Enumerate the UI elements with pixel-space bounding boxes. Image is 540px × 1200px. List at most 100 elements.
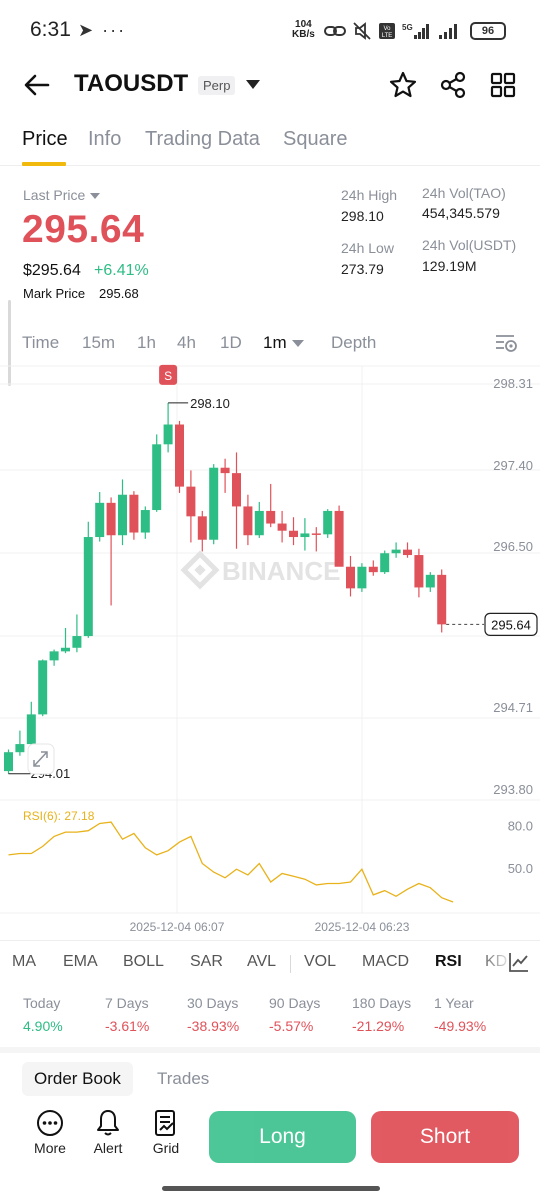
signal-icon: [439, 24, 457, 39]
more-button[interactable]: More: [25, 1108, 75, 1156]
indicator-sar[interactable]: SAR: [190, 953, 223, 971]
tab-order-book[interactable]: Order Book: [22, 1062, 133, 1096]
main-tabs: Price Info Trading Data Square: [0, 122, 540, 166]
tab-info[interactable]: Info: [88, 128, 121, 151]
interval-4h[interactable]: 4h: [177, 333, 196, 353]
high-24h-value: 298.10: [341, 208, 384, 224]
expand-chart-icon: [27, 743, 55, 775]
indicator-vol[interactable]: VOL: [304, 953, 336, 971]
indicator-rsi[interactable]: RSI: [435, 953, 462, 971]
interval-15m[interactable]: 15m: [82, 333, 115, 353]
watermark-text: BINANCE: [222, 556, 340, 586]
chart-settings-icon[interactable]: [494, 332, 518, 354]
y-axis-ticks: 298.31 297.40 296.50 294.71 293.80: [493, 376, 533, 797]
x-tick-label: 2025-12-04 06:07: [130, 920, 225, 934]
interval-time[interactable]: Time: [22, 333, 59, 353]
candle-body: [254, 510, 264, 536]
grid-icon[interactable]: [488, 70, 518, 100]
indicator-macd[interactable]: MACD: [362, 953, 409, 971]
tab-price[interactable]: Price: [22, 128, 68, 151]
interval-1m[interactable]: 1m: [263, 333, 287, 353]
candle-body: [26, 714, 36, 745]
mute-icon: [353, 22, 371, 40]
last-price-selector[interactable]: Last Price: [23, 187, 101, 203]
status-right-icons: Vo LTE 5G 96: [324, 19, 506, 43]
candle-body: [403, 549, 412, 556]
last-price-label: Last Price: [23, 187, 86, 203]
y-tick-label: 297.40: [493, 458, 533, 473]
indicator-boll[interactable]: BOLL: [123, 953, 164, 971]
candle-body: [106, 502, 116, 536]
interval-dropdown-icon[interactable]: [292, 340, 304, 347]
link-icon: [324, 26, 346, 36]
candle-body: [152, 444, 162, 511]
back-arrow-icon[interactable]: [22, 70, 52, 100]
candle-body: [323, 510, 333, 535]
signal-badge-label: S: [164, 369, 172, 383]
x-tick-label: 2025-12-04 06:23: [315, 920, 410, 934]
candle-body: [49, 651, 59, 661]
short-button[interactable]: Short: [371, 1111, 519, 1163]
candle-body: [346, 566, 355, 589]
indicator-avl[interactable]: AVL: [247, 953, 276, 971]
y-tick-label: 296.50: [493, 539, 533, 554]
mark-price-value: 295.68: [99, 286, 139, 301]
volte-icon: VoLTE: [379, 23, 395, 39]
more-icon: [37, 1110, 63, 1136]
share-icon[interactable]: [438, 70, 468, 100]
interval-bar: Time 15m 1h 4h 1D 1m Depth: [0, 326, 540, 360]
interval-1d[interactable]: 1D: [220, 333, 242, 353]
candle-body: [118, 494, 127, 536]
candle-body: [38, 660, 48, 715]
interval-1h[interactable]: 1h: [137, 333, 156, 353]
candle-body: [186, 486, 196, 517]
perf-label-today: Today: [23, 995, 61, 1011]
rsi-label: RSI(6): 27.18: [23, 809, 95, 823]
home-indicator[interactable]: [162, 1186, 380, 1191]
long-button[interactable]: Long: [209, 1111, 356, 1163]
candle-body: [175, 424, 184, 487]
svg-text:LTE: LTE: [382, 33, 393, 39]
candle-body: [277, 523, 287, 531]
candle-body: [243, 506, 253, 536]
candle-body: [414, 555, 424, 588]
network-speed-unit: KB/s: [292, 29, 315, 40]
x-axis-ticks: 2025-12-04 06:07 2025-12-04 06:23: [130, 920, 410, 934]
indicator-ema[interactable]: EMA: [63, 953, 98, 971]
change-percent: +6.41%: [94, 262, 149, 279]
indicator-chart-icon[interactable]: [508, 951, 530, 973]
candle-body: [129, 494, 139, 533]
candle-body: [15, 744, 25, 753]
indicator-ma[interactable]: MA: [12, 953, 36, 971]
perf-value-1y: -49.93%: [434, 1018, 487, 1034]
candle-body: [220, 467, 230, 474]
candle-body: [4, 752, 13, 772]
section-separator: [0, 1047, 540, 1053]
tab-trading-data[interactable]: Trading Data: [145, 128, 260, 151]
candle-body: [357, 566, 367, 589]
candle-body: [83, 537, 93, 637]
interval-depth[interactable]: Depth: [331, 333, 376, 353]
grid-button[interactable]: Grid: [141, 1108, 191, 1156]
current-price-label: 295.64: [491, 617, 531, 632]
tab-square[interactable]: Square: [283, 128, 348, 151]
symbol-title[interactable]: TAOUSDT: [74, 70, 188, 98]
notification-icons: ➤ ···: [78, 20, 127, 40]
bottom-action-bar: More Alert Grid Long Short: [0, 1108, 540, 1168]
usd-price: $295.64: [23, 262, 81, 279]
candle-body: [61, 647, 70, 652]
orderbook-tabs: Order Book Trades: [0, 1062, 540, 1098]
perp-badge: Perp: [198, 76, 236, 95]
symbol-dropdown-icon[interactable]: [246, 80, 260, 89]
tab-trades[interactable]: Trades: [145, 1062, 221, 1096]
alert-button[interactable]: Alert: [83, 1108, 133, 1156]
header: TAOUSDT Perp: [0, 62, 540, 108]
caret-down-icon: [90, 193, 101, 200]
active-tab-indicator: [22, 162, 66, 166]
perf-value-90d: -5.57%: [269, 1018, 314, 1034]
perf-label-180d: 180 Days: [352, 995, 412, 1011]
candle-body: [368, 566, 378, 573]
star-icon[interactable]: [388, 70, 418, 100]
alert-label: Alert: [93, 1140, 123, 1156]
signal-5g-icon: 5G: [402, 23, 429, 39]
